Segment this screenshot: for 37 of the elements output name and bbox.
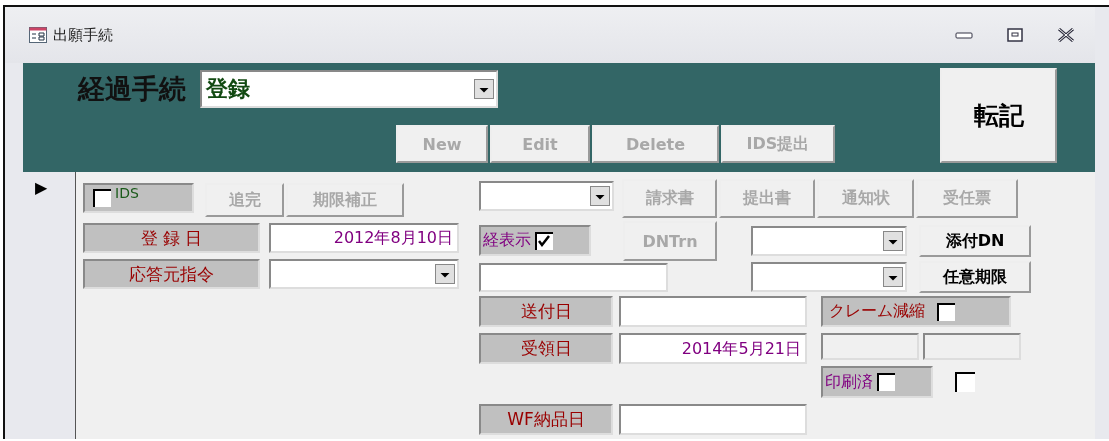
text-field[interactable]: 2012年8月10日: [269, 223, 459, 253]
text-field[interactable]: [479, 263, 668, 292]
combo-field[interactable]: [751, 226, 907, 256]
side-button[interactable]: 添付DN: [919, 225, 1031, 257]
claim-reduction-checkbox[interactable]: クレーム減縮: [821, 296, 1011, 327]
dropdown-icon[interactable]: [883, 267, 903, 287]
date-field[interactable]: [619, 296, 807, 327]
field-label: 登 録 日: [83, 223, 260, 253]
field-label: WF納品日: [479, 404, 613, 435]
procedure-combo[interactable]: 登録: [200, 70, 498, 108]
route-display-checkbox[interactable]: 経表示: [479, 225, 591, 256]
check-icon: [537, 233, 551, 248]
restore-icon[interactable]: [1007, 28, 1023, 42]
procedure-label: 経過手続: [78, 72, 186, 106]
form-icon: [29, 27, 47, 43]
field-label: 受領日: [479, 333, 613, 364]
side-button[interactable]: 任意期限: [919, 261, 1031, 293]
dropdown-icon[interactable]: [474, 79, 494, 99]
field-label: 応答元指令: [83, 259, 260, 289]
window-title: 出願手続: [53, 25, 113, 45]
printed-checkbox[interactable]: 印刷済: [821, 366, 933, 398]
ids-checkbox[interactable]: IDS: [83, 183, 194, 213]
checkbox[interactable]: [955, 372, 975, 392]
field-label: 送付日: [479, 296, 613, 327]
close-icon[interactable]: [1057, 28, 1075, 42]
date-field[interactable]: [619, 404, 807, 435]
dropdown-icon[interactable]: [435, 264, 455, 284]
date-field[interactable]: 2014年5月21日: [619, 333, 807, 364]
dropdown-icon[interactable]: [883, 231, 903, 251]
post-button[interactable]: 転記: [940, 68, 1057, 163]
combo-field[interactable]: [269, 259, 459, 289]
combo-field[interactable]: [751, 262, 907, 292]
text-field[interactable]: [923, 333, 1021, 360]
combo-field[interactable]: [479, 181, 614, 211]
text-field[interactable]: [821, 333, 919, 360]
minimize-icon[interactable]: [955, 30, 973, 40]
dropdown-icon[interactable]: [590, 186, 610, 206]
